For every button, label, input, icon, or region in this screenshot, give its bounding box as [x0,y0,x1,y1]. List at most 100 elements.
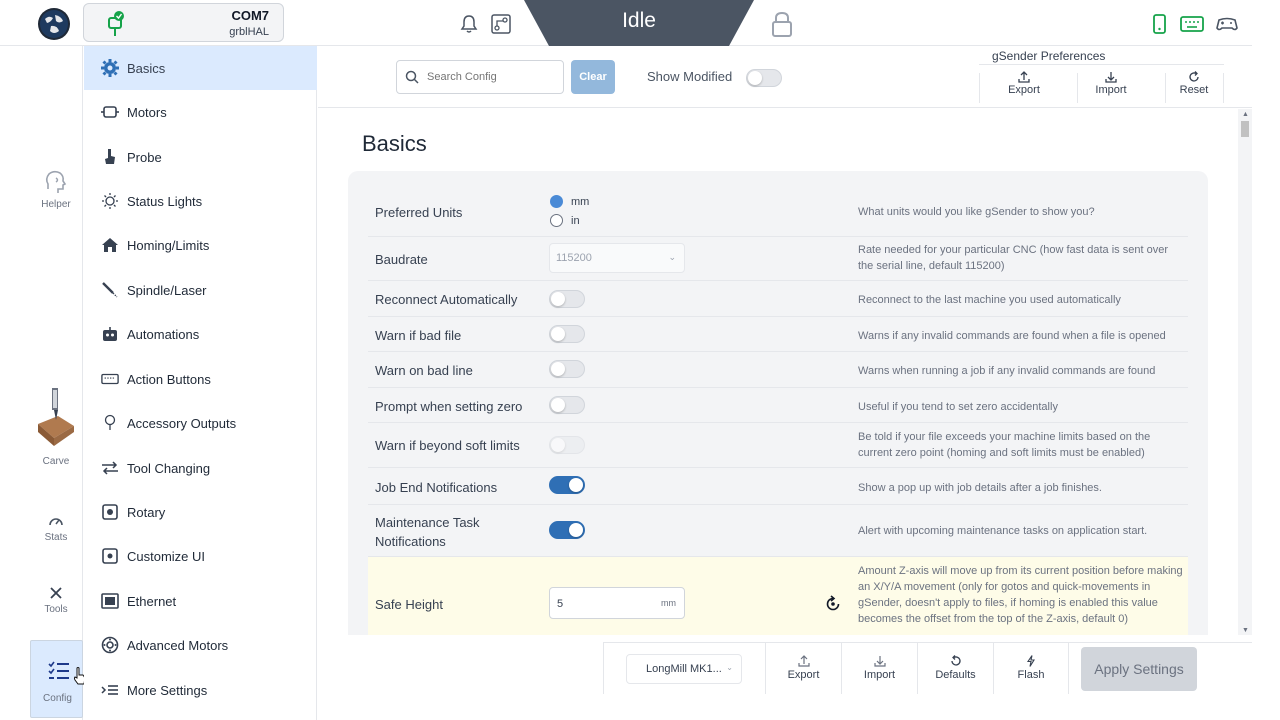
setting-description: Rate needed for your particular CNC (how… [858,244,1168,272]
nav-item-label: Advanced Motors [127,637,229,653]
clear-button[interactable]: Clear [571,60,615,94]
prefs-export-button[interactable]: Export [989,67,1059,105]
rail-item-helper[interactable]: Helper [30,169,82,210]
search-icon [405,70,419,84]
nav-item-label: Spindle/Laser [127,282,207,298]
download-icon [1105,72,1117,83]
nav-item-action-buttons[interactable]: Action Buttons [84,357,317,401]
rail-item-label: Stats [44,532,68,543]
rail-item-stats[interactable]: Stats [30,514,82,543]
warn-bad-line-toggle[interactable] [549,360,585,378]
nav-item-label: Homing/Limits [127,237,210,253]
globe-logo-icon [40,10,68,38]
upload-icon [1018,71,1030,83]
rail-item-config[interactable]: Config [30,640,86,718]
gsender-logo[interactable] [38,8,70,40]
machine-profile-select[interactable]: LongMill MK1... ⌄ [626,654,742,684]
search-input[interactable] [427,67,557,87]
phone-remote-icon[interactable] [1148,14,1172,34]
nav-item-spindle-laser[interactable]: Spindle/Laser [84,268,317,312]
nav-item-label: Probe [127,149,162,165]
nav-item-customize-ui[interactable]: Customize UI [84,534,317,578]
settings-nav: Basics Motors Probe Status Lights Homing… [84,46,317,720]
soft-limits-toggle[interactable] [549,436,585,454]
prompt-zero-toggle[interactable] [549,396,585,414]
maintenance-toggle[interactable] [549,521,585,539]
nav-item-motors[interactable]: Motors [84,90,317,134]
setting-description: Warns when running a job if any invalid … [858,365,1156,377]
spindle-icon [101,281,119,299]
connection-widget[interactable]: COM7 grblHAL [83,3,284,42]
nav-item-accessory-outputs[interactable]: Accessory Outputs [84,401,317,445]
left-rail: Helper Carve Stats Tools Config [0,46,86,720]
scroll-thumb[interactable] [1241,121,1249,137]
nav-item-probe[interactable]: Probe [84,135,317,179]
prefs-reset-button[interactable]: Reset [1159,67,1229,105]
undo-icon [950,655,961,666]
nav-item-label: Rotary [127,504,166,520]
reconnect-toggle[interactable] [549,290,585,308]
more-settings-icon [101,681,119,699]
radio-in[interactable]: in [550,214,580,227]
setting-description: Alert with upcoming maintenance tasks on… [858,525,1148,537]
footer-import-label: Import [863,669,896,681]
keyboard-icon [101,370,119,388]
nav-item-basics[interactable]: Basics [84,46,317,90]
keyboard-icon[interactable] [1180,14,1204,34]
setting-description: Be told if your file exceeds your machin… [858,431,1151,459]
rail-item-label: Tools [44,604,68,615]
light-icon [101,192,119,210]
radio-mm[interactable]: mm [550,195,589,208]
baudrate-select[interactable]: 115200 ⌄ [549,243,685,273]
machine-state-banner: Idle [524,0,754,46]
rail-item-tools[interactable]: Tools [30,586,82,615]
gear-icon [101,59,119,77]
nav-item-ethernet[interactable]: Ethernet [84,579,317,623]
prefs-import-button[interactable]: Import [1076,67,1146,105]
toggle-knob [551,398,565,412]
scroll-down-icon[interactable]: ▼ [1242,627,1249,634]
footer-spacer [603,694,1252,720]
config-toolbar: Clear Show Modified gSender Preferences … [318,46,1252,108]
plug-connected-icon [108,11,124,36]
footer-flash-button[interactable]: Flash [993,643,1069,695]
toggle-knob [551,438,565,452]
nav-item-homing-limits[interactable]: Homing/Limits [84,223,317,267]
nav-item-status-lights[interactable]: Status Lights [84,179,317,223]
bell-icon[interactable] [458,13,480,35]
config-content[interactable]: Basics Preferred Units mm in What units … [318,109,1238,635]
gamepad-icon[interactable] [1215,14,1239,34]
safe-height-input[interactable]: 5 mm [549,587,685,619]
nav-item-automations[interactable]: Automations [84,312,317,356]
footer-flash-label: Flash [1017,669,1045,681]
lock-icon[interactable] [770,10,794,38]
show-modified-toggle[interactable] [746,69,782,87]
footer-export-button[interactable]: Export [765,643,841,695]
rail-item-carve[interactable]: Carve [30,386,82,467]
setting-row-reconnect: Reconnect Automatically Reconnect to the… [368,281,1188,317]
divider [1223,73,1224,103]
rail-item-label: Helper [41,199,71,210]
prefs-actions: Export Import Reset [979,64,1224,104]
nav-item-rotary[interactable]: Rotary [84,490,317,534]
connection-firmware: grblHAL [229,26,269,38]
bulb-icon [101,414,119,432]
footer-import-button[interactable]: Import [841,643,917,695]
nav-item-advanced-motors[interactable]: Advanced Motors [84,623,317,667]
setting-row-job-end: Job End Notifications Show a pop up with… [368,468,1188,505]
workflow-icon[interactable] [490,13,512,35]
scroll-up-icon[interactable]: ▲ [1242,111,1249,118]
radio-label: mm [571,195,590,208]
nav-item-more-settings[interactable]: More Settings [84,668,317,712]
stats-gauge-icon [49,518,63,526]
apply-settings-button[interactable]: Apply Settings [1081,647,1197,691]
app-window: COM7 grblHAL Idle Helper Carve Stats Too… [0,0,1252,720]
footer-defaults-button[interactable]: Defaults [917,643,993,695]
warn-bad-file-toggle[interactable] [549,325,585,343]
content-scrollbar[interactable]: ▲ ▼ [1238,109,1252,635]
palette-icon [101,547,119,565]
reset-default-icon[interactable] [824,595,842,613]
job-end-toggle[interactable] [549,476,585,494]
setting-label: Warn if beyond soft limits [375,438,520,453]
nav-item-tool-changing[interactable]: Tool Changing [84,446,317,490]
